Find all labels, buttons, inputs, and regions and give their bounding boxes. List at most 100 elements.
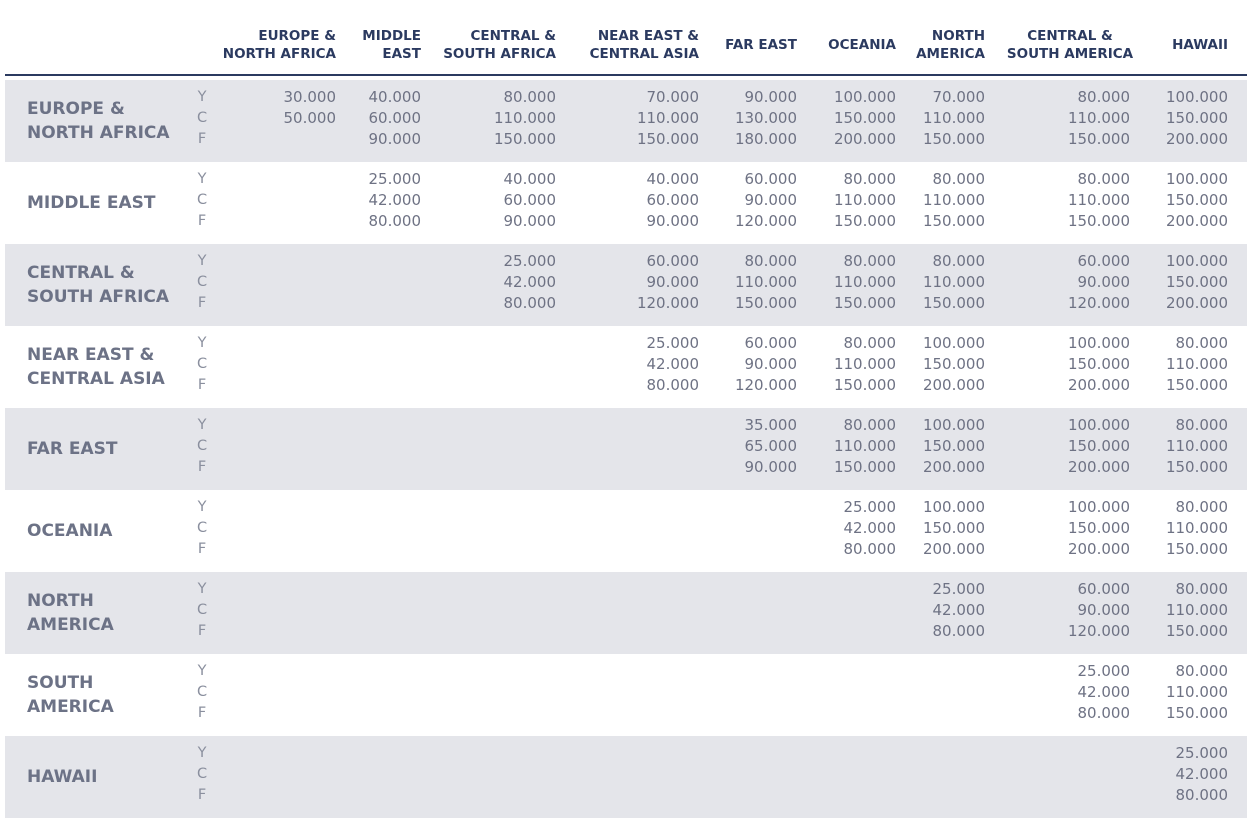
- miles-value: 90.000: [503, 212, 557, 230]
- miles-value: 40.000: [503, 170, 557, 188]
- column-header: CENTRAL & SOUTH AFRICA: [396, 22, 556, 68]
- miles-value: 80.000: [1175, 416, 1229, 434]
- row-label: OCEANIA: [27, 490, 112, 572]
- column-header: HAWAII: [1068, 22, 1228, 68]
- miles-value: 200.000: [1067, 376, 1130, 394]
- miles-cell: 25.000 42.000 80.000: [806, 497, 897, 560]
- row-label-line: NORTH: [27, 591, 94, 611]
- miles-value: 80.000: [1175, 580, 1229, 598]
- row-label-line: MIDDLE EAST: [27, 193, 156, 213]
- miles-cell: 25.000 42.000 80.000: [331, 169, 422, 232]
- miles-value: 40.000: [646, 170, 700, 188]
- row-label-line: AMERICA: [27, 615, 114, 635]
- miles-value: 110.000: [1165, 601, 1228, 619]
- miles-value: 110.000: [1067, 191, 1130, 209]
- class-label: F: [197, 131, 207, 147]
- miles-value: 35.000: [744, 416, 798, 434]
- miles-cell: 80.000 110.000 150.000: [1138, 497, 1228, 560]
- miles-value: 150.000: [922, 437, 985, 455]
- miles-cell: 100.000 150.000 200.000: [1138, 251, 1228, 314]
- miles-value: 200.000: [1165, 212, 1228, 230]
- column-header-line: AMERICA: [916, 46, 985, 62]
- miles-value: 42.000: [1175, 765, 1229, 783]
- class-labels: YCF: [192, 579, 212, 642]
- class-label: C: [196, 766, 208, 782]
- miles-value: 120.000: [636, 294, 699, 312]
- miles-value: 60.000: [1077, 252, 1131, 270]
- class-label: C: [196, 192, 208, 208]
- miles-value: 150.000: [1165, 109, 1228, 127]
- class-label: F: [197, 213, 207, 229]
- miles-value: 150.000: [1067, 519, 1130, 537]
- miles-cell: 60.000 90.000 120.000: [707, 169, 797, 232]
- miles-value: 100.000: [922, 334, 985, 352]
- miles-value: 60.000: [1077, 580, 1131, 598]
- table-row: EUROPE & NORTH AFRICA Y C F 30.000 50.000 40.00…: [5, 80, 1247, 162]
- row-label: FAR EAST: [27, 408, 117, 490]
- table-row: OCEANIA Y C F 25.000 42.000 80.000 100.000 150.0…: [5, 490, 1247, 572]
- miles-value: 110.000: [833, 191, 896, 209]
- miles-value: 42.000: [843, 519, 897, 537]
- miles-value: 110.000: [636, 109, 699, 127]
- miles-value: 90.000: [1077, 601, 1131, 619]
- miles-value: 100.000: [922, 416, 985, 434]
- miles-value: 42.000: [932, 601, 986, 619]
- miles-value: 200.000: [1067, 540, 1130, 558]
- miles-value: 70.000: [646, 88, 700, 106]
- column-header: NORTH AMERICA: [825, 22, 985, 68]
- miles-cell: 60.000 90.000 120.000: [1040, 579, 1130, 642]
- miles-cell: 80.000 110.000 150.000: [806, 251, 896, 314]
- table-row: HAWAII Y C F 25.000 42.000 80.000: [5, 736, 1247, 818]
- miles-value: 200.000: [1067, 458, 1130, 476]
- class-labels: YCF: [192, 661, 212, 724]
- miles-cell: 25.000 42.000 80.000: [466, 251, 557, 314]
- class-label: Y: [197, 745, 207, 761]
- miles-value: 90.000: [646, 212, 700, 230]
- miles-value: 80.000: [1175, 334, 1229, 352]
- miles-cell: 80.000 110.000 150.000: [1138, 333, 1228, 396]
- miles-value: 100.000: [1067, 334, 1130, 352]
- miles-value: 90.000: [1077, 273, 1131, 291]
- miles-value: 100.000: [1165, 88, 1228, 106]
- miles-cell: 80.000 110.000 150.000: [806, 415, 896, 478]
- row-label-line: AMERICA: [27, 697, 114, 717]
- miles-value: 80.000: [932, 622, 986, 640]
- miles-value: 150.000: [734, 294, 797, 312]
- class-label: C: [196, 356, 208, 372]
- table-row: SOUTH AMERICA Y C F 25.000 42.000 80.000 80.000 1…: [5, 654, 1247, 736]
- class-label: F: [197, 295, 207, 311]
- miles-value: 150.000: [922, 212, 985, 230]
- miles-value: 90.000: [744, 458, 798, 476]
- miles-cell: 100.000 150.000 200.000: [895, 415, 985, 478]
- miles-value: 110.000: [922, 109, 985, 127]
- miles-cell: 40.000 60.000 90.000: [466, 169, 557, 232]
- miles-value: 150.000: [493, 130, 556, 148]
- class-label: C: [196, 274, 208, 290]
- table-row: FAR EAST Y C F 35.000 65.000 90.000 80.000 110.0…: [5, 408, 1247, 490]
- row-label-line: FAR EAST: [27, 439, 118, 459]
- row-label-line: EUROPE &: [27, 99, 125, 119]
- miles-value: 100.000: [922, 498, 985, 516]
- class-label: Y: [197, 581, 207, 597]
- miles-value: 200.000: [833, 130, 896, 148]
- miles-value: 80.000: [843, 170, 897, 188]
- miles-cell: 100.000 150.000 200.000: [1138, 87, 1228, 150]
- table-row: NEAR EAST & CENTRAL ASIA Y C F 25.000 42.000 80…: [5, 326, 1247, 408]
- miles-value: 150.000: [1165, 540, 1228, 558]
- miles-cell: 80.000 110.000 150.000: [806, 333, 896, 396]
- miles-value: 150.000: [1067, 212, 1130, 230]
- class-label: Y: [197, 499, 207, 515]
- miles-value: 110.000: [1067, 109, 1130, 127]
- miles-value: 150.000: [1165, 458, 1228, 476]
- class-label: F: [197, 623, 207, 639]
- miles-cell: 80.000 110.000 150.000: [895, 251, 985, 314]
- miles-cell: 100.000 150.000 200.000: [1040, 415, 1130, 478]
- miles-cell: 100.000 150.000 200.000: [895, 497, 985, 560]
- miles-cell: 35.000 65.000 90.000: [707, 415, 798, 478]
- row-label: NORTH AMERICA: [27, 572, 114, 654]
- miles-value: 150.000: [1067, 355, 1130, 373]
- miles-value: 60.000: [368, 109, 422, 127]
- miles-cell: 70.000 110.000 150.000: [895, 87, 985, 150]
- miles-value: 25.000: [368, 170, 422, 188]
- miles-value: 80.000: [1175, 786, 1229, 804]
